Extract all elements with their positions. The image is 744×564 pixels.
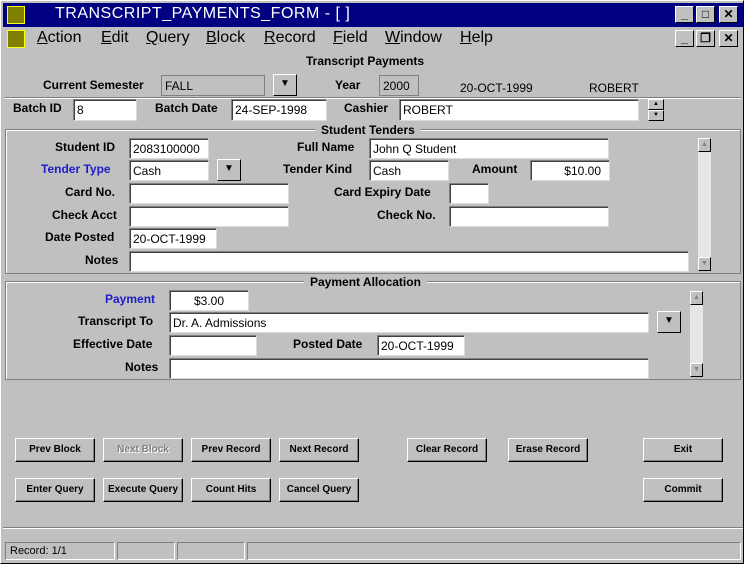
menu-help[interactable]: Help — [460, 29, 493, 47]
enter-query-button[interactable]: Enter Query — [15, 478, 95, 502]
tender-notes-label: Notes — [85, 253, 119, 267]
current-user: ROBERT — [589, 81, 639, 95]
batch-date-field[interactable]: 24-SEP-1998 — [231, 99, 327, 121]
tender-type-lov-button[interactable]: ▼ — [217, 159, 241, 181]
posted-date-label: Posted Date — [293, 337, 363, 351]
cashier-label: Cashier — [344, 101, 389, 115]
app-window: TRANSCRIPT_PAYMENTS_FORM - [ ] _ □ ✕ Act… — [0, 0, 744, 564]
prev-record-button[interactable]: Prev Record — [191, 438, 271, 462]
amount-field[interactable]: $10.00 — [530, 160, 610, 181]
payment-label: Payment — [105, 292, 156, 306]
count-hits-button[interactable]: Count Hits — [191, 478, 271, 502]
student-id-field[interactable]: 2083100000 — [129, 138, 209, 159]
batch-date-label: Batch Date — [155, 101, 218, 115]
transcript-to-field[interactable]: Dr. A. Admissions — [169, 312, 649, 333]
cashier-spinner[interactable]: ▲ ▼ — [648, 99, 664, 121]
status-bar: Record: 1/1 — [3, 542, 743, 562]
card-no-label: Card No. — [65, 185, 116, 199]
allocation-notes-field[interactable] — [169, 358, 649, 379]
next-record-button[interactable]: Next Record — [279, 438, 359, 462]
menu-block[interactable]: Block — [206, 29, 245, 47]
payment-allocation-title: Payment Allocation — [304, 275, 427, 289]
card-expiry-label: Card Expiry Date — [334, 185, 431, 199]
effective-date-label: Effective Date — [73, 337, 153, 351]
execute-query-button[interactable]: Execute Query — [103, 478, 183, 502]
form-title: Transcript Payments — [306, 54, 425, 68]
clear-record-button[interactable]: Clear Record — [407, 438, 487, 462]
check-acct-field[interactable] — [129, 206, 289, 227]
posted-date-field[interactable]: 20-OCT-1999 — [377, 335, 465, 356]
menu-window[interactable]: Window — [385, 29, 442, 47]
close-button[interactable]: ✕ — [719, 6, 738, 23]
tender-kind-label: Tender Kind — [283, 162, 353, 176]
transcript-to-label: Transcript To — [78, 314, 154, 328]
current-date: 20-OCT-1999 — [460, 81, 533, 95]
semester-lov-button[interactable]: ▼ — [273, 74, 297, 96]
amount-label: Amount — [472, 162, 518, 176]
menu-query[interactable]: Query — [146, 29, 190, 47]
minimize-button[interactable]: _ — [675, 6, 694, 23]
erase-record-button[interactable]: Erase Record — [508, 438, 588, 462]
tender-kind-field[interactable]: Cash — [369, 160, 449, 181]
app-icon[interactable] — [7, 6, 25, 24]
scroll-up-icon[interactable]: ▲ — [690, 291, 703, 305]
student-tenders-title: Student Tenders — [315, 123, 421, 137]
date-posted-label: Date Posted — [45, 230, 115, 244]
year-field[interactable]: 2000 — [379, 75, 419, 96]
scroll-down-icon[interactable]: ▼ — [690, 363, 703, 377]
menu-field[interactable]: Field — [333, 29, 368, 47]
divider — [3, 527, 743, 529]
cashier-field[interactable]: ROBERT — [399, 99, 639, 121]
semester-field[interactable]: FALL — [161, 75, 265, 96]
year-label: Year — [335, 78, 361, 92]
menu-action[interactable]: Action — [37, 29, 81, 47]
cancel-query-button[interactable]: Cancel Query — [279, 478, 359, 502]
menu-record[interactable]: Record — [264, 29, 316, 47]
maximize-button[interactable]: □ — [696, 6, 715, 23]
transcript-to-lov-button[interactable]: ▼ — [657, 311, 681, 333]
tender-type-label: Tender Type — [41, 162, 111, 176]
allocation-notes-label: Notes — [125, 360, 159, 374]
full-name-field[interactable]: John Q Student — [369, 138, 609, 159]
scroll-up-icon[interactable]: ▲ — [698, 138, 711, 152]
title-bar[interactable]: TRANSCRIPT_PAYMENTS_FORM - [ ] _ □ ✕ — [3, 3, 743, 27]
student-id-label: Student ID — [55, 140, 115, 154]
status-cell — [247, 542, 741, 560]
doc-minimize-button[interactable]: _ — [675, 30, 694, 47]
document-icon[interactable] — [7, 30, 25, 48]
card-expiry-field[interactable] — [449, 183, 489, 204]
spin-up-icon[interactable]: ▲ — [648, 99, 664, 110]
next-block-button[interactable]: Next Block — [103, 438, 183, 462]
effective-date-field[interactable] — [169, 335, 257, 356]
tender-notes-field[interactable] — [129, 251, 689, 272]
tender-type-field[interactable]: Cash — [129, 160, 209, 181]
window-title: TRANSCRIPT_PAYMENTS_FORM - [ ] — [55, 5, 351, 22]
prev-block-button[interactable]: Prev Block — [15, 438, 95, 462]
spin-down-icon[interactable]: ▼ — [648, 110, 664, 121]
semester-label: Current Semester — [43, 78, 144, 92]
exit-button[interactable]: Exit — [643, 438, 723, 462]
check-no-field[interactable] — [449, 206, 609, 227]
scroll-down-icon[interactable]: ▼ — [698, 257, 711, 271]
payment-field[interactable]: $3.00 — [169, 290, 249, 311]
status-cell — [117, 542, 175, 560]
full-name-label: Full Name — [297, 140, 355, 154]
menu-edit[interactable]: Edit — [101, 29, 129, 47]
commit-button[interactable]: Commit — [643, 478, 723, 502]
doc-close-button[interactable]: ✕ — [719, 30, 738, 47]
doc-restore-button[interactable]: ❐ — [696, 30, 715, 47]
batch-id-label: Batch ID — [13, 101, 62, 115]
card-no-field[interactable] — [129, 183, 289, 204]
record-status: Record: 1/1 — [5, 542, 115, 560]
check-no-label: Check No. — [377, 208, 436, 222]
menu-bar: Action Edit Query Block Record Field Win… — [3, 28, 743, 50]
date-posted-field[interactable]: 20-OCT-1999 — [129, 228, 217, 249]
allocation-scrollbar[interactable]: ▲ ▼ — [689, 290, 704, 378]
check-acct-label: Check Acct — [52, 208, 117, 222]
status-cell — [177, 542, 245, 560]
batch-id-field[interactable]: 8 — [73, 99, 137, 121]
tenders-scrollbar[interactable]: ▲ ▼ — [697, 137, 712, 272]
